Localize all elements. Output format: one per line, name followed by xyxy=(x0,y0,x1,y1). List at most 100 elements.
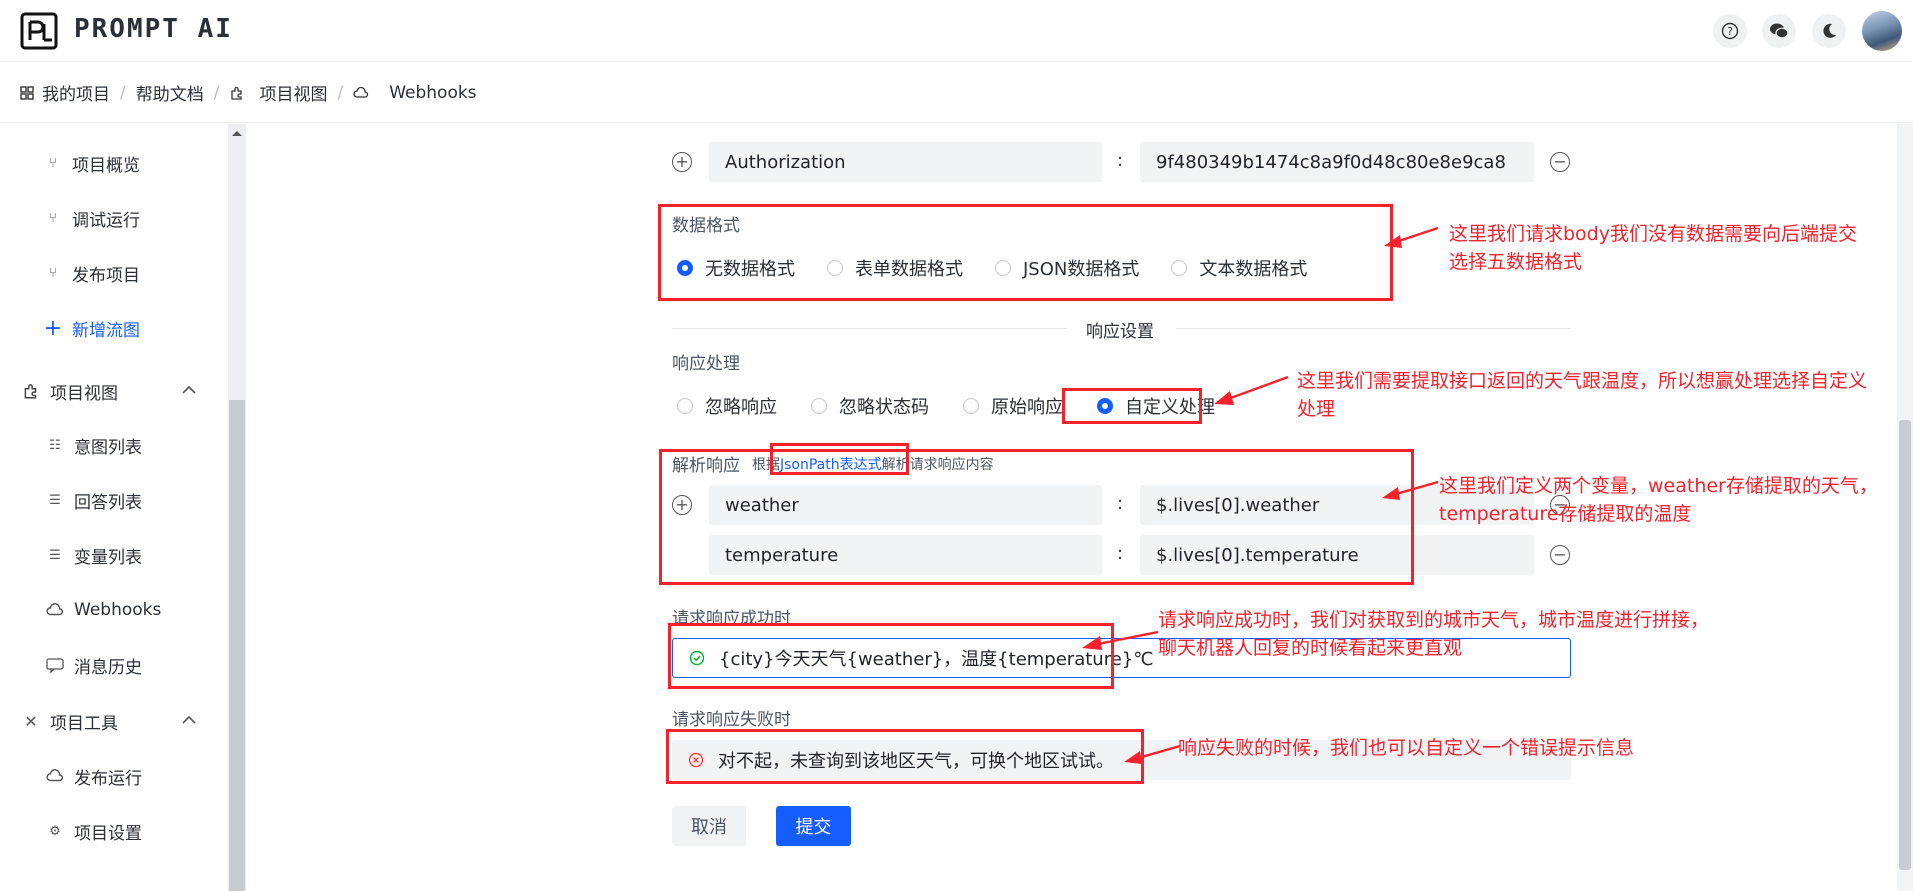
annotation-arrow xyxy=(1124,744,1181,764)
divider-left xyxy=(672,328,1067,329)
sidebar-group-label: 项目工具 xyxy=(50,713,118,734)
sidebar-item-label: 项目设置 xyxy=(74,823,142,844)
sidebar-item-label: 调试运行 xyxy=(72,210,140,231)
cancel-button[interactable]: 取消 xyxy=(672,806,746,846)
annotation-response-handling: 这里我们需要提取接口返回的天气跟温度，所以想赢处理选择自定义 处理 xyxy=(1297,367,1867,423)
radio-ignore-status[interactable]: 忽略状态码 xyxy=(811,393,929,419)
breadcrumb-separator: / xyxy=(120,82,126,103)
dark-mode-icon[interactable] xyxy=(1812,14,1846,48)
sidebar-item-publish-run[interactable]: 发布运行 xyxy=(0,756,228,796)
puzzle-icon xyxy=(24,384,37,399)
breadcrumb-label: 帮助文档 xyxy=(135,85,204,105)
logo-icon xyxy=(20,12,58,50)
sidebar-item-label: 消息历史 xyxy=(74,657,142,678)
breadcrumb-item-help[interactable]: 帮助文档 xyxy=(136,80,204,105)
grid-icon xyxy=(20,85,34,100)
wechat-icon[interactable] xyxy=(1762,14,1796,48)
radio-circle xyxy=(811,398,827,414)
breadcrumb-separator: / xyxy=(337,82,344,103)
radio-label: 忽略状态码 xyxy=(839,397,929,418)
sidebar-item-history[interactable]: 消息历史 xyxy=(0,645,228,685)
annotation-line: 响应失败的时候，我们也可以自定义一个错误提示信息 xyxy=(1178,737,1635,759)
help-icon[interactable]: ? xyxy=(1713,14,1747,48)
sidebar-group-label: 项目视图 xyxy=(50,383,118,404)
scroll-up-arrow-icon[interactable] xyxy=(231,129,243,137)
divider-right xyxy=(1176,328,1570,329)
sidebar-item-webhooks[interactable]: Webhooks xyxy=(0,590,228,630)
add-header-button[interactable]: + xyxy=(672,152,692,172)
tools-icon: ✕ xyxy=(24,711,38,731)
sidebar-item-label: 发布运行 xyxy=(74,768,142,789)
sidebar-item-publish[interactable]: ⑂ 发布项目 xyxy=(0,253,228,293)
branch-icon: ⑂ xyxy=(49,265,57,281)
avatar[interactable] xyxy=(1862,11,1902,51)
remove-variable-button[interactable]: − xyxy=(1550,545,1570,565)
cloud-upload-icon xyxy=(46,769,63,782)
list-check-icon: ☰ xyxy=(49,492,61,508)
cloud-icon xyxy=(353,86,369,98)
sidebar-group-tools[interactable]: ✕ 项目工具 xyxy=(0,701,228,741)
header-value-input[interactable]: 9f480349b1474c8a9f0d48c80e8e9ca8 xyxy=(1140,142,1534,182)
top-bar: PROMPT AI ? xyxy=(0,0,1913,62)
chevron-up-icon[interactable] xyxy=(182,715,196,725)
annotation-box-data-format xyxy=(658,204,1393,301)
sidebar-item-label: 意图列表 xyxy=(74,437,142,458)
colon-separator: : xyxy=(1117,150,1124,171)
annotation-box-parse-response xyxy=(659,449,1414,585)
sidebar-item-debug[interactable]: ⑂ 调试运行 xyxy=(0,198,228,238)
sidebar-scrollbar-thumb[interactable] xyxy=(229,400,245,891)
breadcrumb-item-project-view[interactable]: 项目视图 xyxy=(229,80,327,105)
remove-header-button[interactable]: − xyxy=(1550,152,1570,172)
annotation-box-success xyxy=(668,623,1114,689)
annotation-line: 请求响应成功时，我们对获取到的城市天气，城市温度进行拼接， xyxy=(1158,609,1710,631)
sidebar-item-label: Webhooks xyxy=(74,600,162,620)
main-scrollbar-thumb[interactable] xyxy=(1899,420,1911,870)
chevron-up-icon[interactable] xyxy=(182,385,196,395)
radio-circle xyxy=(963,398,979,414)
annotation-line: 聊天机器人回复的时候看起来更直观 xyxy=(1158,637,1463,659)
breadcrumb-label: 项目视图 xyxy=(259,85,328,105)
submit-button[interactable]: 提交 xyxy=(776,806,851,846)
radio-label: 原始响应 xyxy=(991,397,1063,418)
response-settings-title: 响应设置 xyxy=(1086,322,1154,342)
sidebar-item-label: 变量列表 xyxy=(74,547,142,568)
annotation-line: 这里我们需要提取接口返回的天气跟温度，所以想赢处理选择自定义 xyxy=(1297,370,1868,392)
sidebar-item-variables[interactable]: ☰ 变量列表 xyxy=(0,535,228,575)
annotation-line: 选择五数据格式 xyxy=(1449,251,1583,273)
sidebar-item-answers[interactable]: ☰ 回答列表 xyxy=(0,480,228,520)
branch-icon: ⑂ xyxy=(49,210,57,226)
sidebar-item-overview[interactable]: ⑂ 项目概览 xyxy=(0,143,228,183)
radio-ignore-response[interactable]: 忽略响应 xyxy=(677,393,777,419)
radio-raw-response[interactable]: 原始响应 xyxy=(963,393,1063,419)
sidebar-item-new-flow[interactable]: + 新增流图 xyxy=(0,308,228,348)
annotation-arrow xyxy=(1384,226,1439,248)
sidebar: ⑂ 项目概览 ⑂ 调试运行 ⑂ 发布项目 + 新增流图 项目视图 ☷ 意图列表 … xyxy=(0,124,228,891)
branch-icon: ⑂ xyxy=(49,155,57,171)
list-icon: ☰ xyxy=(49,547,61,563)
header-key-input[interactable]: Authorization xyxy=(709,142,1102,182)
breadcrumb-item-webhooks[interactable]: Webhooks xyxy=(353,82,477,103)
annotation-line: 处理 xyxy=(1297,398,1336,420)
response-handling-label: 响应处理 xyxy=(672,354,740,374)
breadcrumb-label: 我的项目 xyxy=(42,85,110,105)
annotation-success: 请求响应成功时，我们对获取到的城市天气，城市温度进行拼接， 聊天机器人回复的时候… xyxy=(1158,606,1709,662)
plus-icon: + xyxy=(43,315,63,341)
annotation-failure: 响应失败的时候，我们也可以自定义一个错误提示信息 xyxy=(1178,734,1634,762)
radio-circle xyxy=(677,398,693,414)
annotation-arrow xyxy=(1382,480,1439,500)
breadcrumb-separator: / xyxy=(213,82,220,103)
puzzle-icon xyxy=(231,86,243,100)
sidebar-item-label: 发布项目 xyxy=(72,265,140,286)
annotation-line: 这里我们定义两个变量，weather存储提取的天气， xyxy=(1439,475,1878,497)
breadcrumb-label: Webhooks xyxy=(389,82,477,103)
chat-icon xyxy=(46,658,64,674)
svg-text:?: ? xyxy=(1727,25,1733,38)
sidebar-group-project-view[interactable]: 项目视图 xyxy=(0,371,228,411)
brand-name: PROMPT AI xyxy=(74,14,233,44)
gear-icon: ⚙ xyxy=(49,823,61,839)
sidebar-item-settings[interactable]: ⚙ 项目设置 xyxy=(0,811,228,851)
sidebar-item-label: 项目概览 xyxy=(72,155,140,176)
failure-label: 请求响应失败时 xyxy=(672,710,791,730)
sidebar-item-intents[interactable]: ☷ 意图列表 xyxy=(0,425,228,465)
breadcrumb-item-my-projects[interactable]: 我的项目 xyxy=(20,80,110,105)
